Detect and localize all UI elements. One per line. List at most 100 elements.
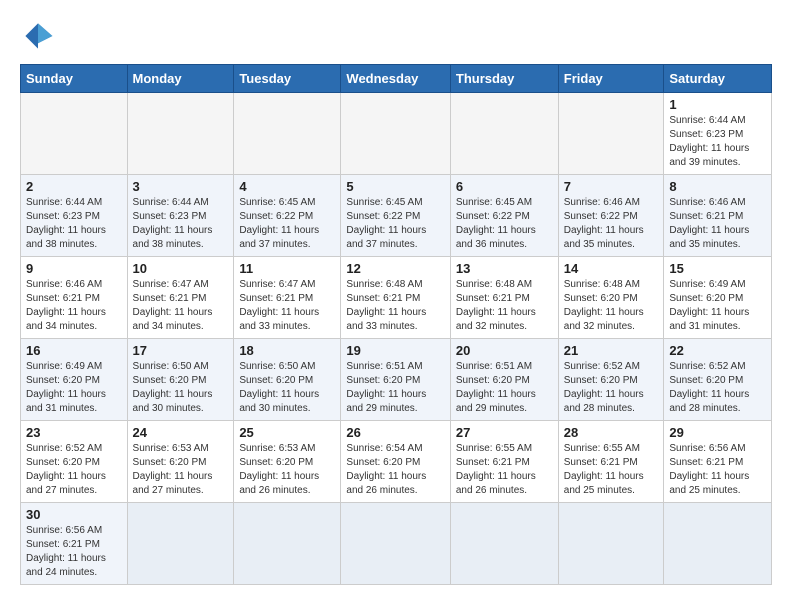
table-row: 20 Sunrise: 6:51 AM Sunset: 6:20 PM Dayli… xyxy=(450,339,558,421)
day-number: 4 xyxy=(239,179,335,194)
day-info: Sunrise: 6:44 AM Sunset: 6:23 PM Dayligh… xyxy=(133,196,229,252)
day-number: 25 xyxy=(239,425,335,440)
table-row: 16Sunrise: 6:49 AM Sunset: 6:20 PM Dayli… xyxy=(21,339,128,421)
day-info: Sunrise: 6:47 AM Sunset: 6:21 PM Dayligh… xyxy=(239,278,335,334)
table-row: 2Sunrise: 6:44 AM Sunset: 6:23 PM Daylig… xyxy=(21,175,128,257)
day-number: 28 xyxy=(564,425,659,440)
day-info: Sunrise: 6:45 AM Sunset: 6:22 PM Dayligh… xyxy=(456,196,553,252)
table-row: 9 Sunrise: 6:46 AM Sunset: 6:21 PM Daylig… xyxy=(21,257,128,339)
col-tuesday: Tuesday xyxy=(234,65,341,93)
day-number: 9 xyxy=(26,261,122,276)
table-row: 6 Sunrise: 6:45 AM Sunset: 6:22 PM Daylig… xyxy=(450,175,558,257)
day-info: Sunrise: 6:53 AM Sunset: 6:20 PM Dayligh… xyxy=(239,442,335,498)
col-saturday: Saturday xyxy=(664,65,772,93)
col-thursday: Thursday xyxy=(450,65,558,93)
col-wednesday: Wednesday xyxy=(341,65,450,93)
day-info: Sunrise: 6:45 AM Sunset: 6:22 PM Dayligh… xyxy=(346,196,444,252)
table-row: 24 Sunrise: 6:53 AM Sunset: 6:20 PM Dayli… xyxy=(127,421,234,503)
table-row xyxy=(127,93,234,175)
day-info: Sunrise: 6:46 AM Sunset: 6:22 PM Dayligh… xyxy=(564,196,659,252)
table-row: 25 Sunrise: 6:53 AM Sunset: 6:20 PM Dayli… xyxy=(234,421,341,503)
day-number: 15 xyxy=(669,261,766,276)
day-number: 7 xyxy=(564,179,659,194)
day-number: 6 xyxy=(456,179,553,194)
table-row xyxy=(558,503,664,585)
table-row: 27Sunrise: 6:55 AM Sunset: 6:21 PM Dayli… xyxy=(450,421,558,503)
day-info: Sunrise: 6:44 AM Sunset: 6:23 PM Dayligh… xyxy=(26,196,122,252)
day-number: 5 xyxy=(346,179,444,194)
calendar-week-row: 23 Sunrise: 6:52 AM Sunset: 6:20 PM Dayli… xyxy=(21,421,772,503)
day-info: Sunrise: 6:56 AM Sunset: 6:21 PM Dayligh… xyxy=(669,442,766,498)
table-row: 1Sunrise: 6:44 AM Sunset: 6:23 PM Daylig… xyxy=(664,93,772,175)
day-number: 14 xyxy=(564,261,659,276)
day-info: Sunrise: 6:46 AM Sunset: 6:21 PM Dayligh… xyxy=(26,278,122,334)
table-row: 4 Sunrise: 6:45 AM Sunset: 6:22 PM Daylig… xyxy=(234,175,341,257)
day-number: 20 xyxy=(456,343,553,358)
table-row xyxy=(234,503,341,585)
day-number: 1 xyxy=(669,97,766,112)
table-row xyxy=(341,503,450,585)
table-row: 17Sunrise: 6:50 AM Sunset: 6:20 PM Dayli… xyxy=(127,339,234,421)
col-friday: Friday xyxy=(558,65,664,93)
day-number: 12 xyxy=(346,261,444,276)
table-row: 10 Sunrise: 6:47 AM Sunset: 6:21 PM Dayli… xyxy=(127,257,234,339)
table-row: 23 Sunrise: 6:52 AM Sunset: 6:20 PM Dayli… xyxy=(21,421,128,503)
page: Sunday Monday Tuesday Wednesday Thursday… xyxy=(0,0,792,603)
calendar-week-row: 30Sunrise: 6:56 AM Sunset: 6:21 PM Dayli… xyxy=(21,503,772,585)
table-row: 11 Sunrise: 6:47 AM Sunset: 6:21 PM Dayli… xyxy=(234,257,341,339)
day-info: Sunrise: 6:55 AM Sunset: 6:21 PM Dayligh… xyxy=(456,442,553,498)
day-number: 23 xyxy=(26,425,122,440)
day-info: Sunrise: 6:52 AM Sunset: 6:20 PM Dayligh… xyxy=(26,442,122,498)
day-info: Sunrise: 6:53 AM Sunset: 6:20 PM Dayligh… xyxy=(133,442,229,498)
table-row xyxy=(664,503,772,585)
day-info: Sunrise: 6:48 AM Sunset: 6:21 PM Dayligh… xyxy=(346,278,444,334)
header xyxy=(20,18,772,54)
calendar-week-row: 1Sunrise: 6:44 AM Sunset: 6:23 PM Daylig… xyxy=(21,93,772,175)
day-number: 26 xyxy=(346,425,444,440)
day-number: 11 xyxy=(239,261,335,276)
table-row: 28 Sunrise: 6:55 AM Sunset: 6:21 PM Dayli… xyxy=(558,421,664,503)
day-info: Sunrise: 6:49 AM Sunset: 6:20 PM Dayligh… xyxy=(26,360,122,416)
day-info: Sunrise: 6:52 AM Sunset: 6:20 PM Dayligh… xyxy=(669,360,766,416)
day-number: 22 xyxy=(669,343,766,358)
table-row: 15 Sunrise: 6:49 AM Sunset: 6:20 PM Dayli… xyxy=(664,257,772,339)
day-number: 21 xyxy=(564,343,659,358)
day-number: 8 xyxy=(669,179,766,194)
col-monday: Monday xyxy=(127,65,234,93)
day-number: 29 xyxy=(669,425,766,440)
table-row xyxy=(127,503,234,585)
day-info: Sunrise: 6:47 AM Sunset: 6:21 PM Dayligh… xyxy=(133,278,229,334)
day-info: Sunrise: 6:51 AM Sunset: 6:20 PM Dayligh… xyxy=(346,360,444,416)
day-number: 10 xyxy=(133,261,229,276)
day-info: Sunrise: 6:51 AM Sunset: 6:20 PM Dayligh… xyxy=(456,360,553,416)
day-info: Sunrise: 6:55 AM Sunset: 6:21 PM Dayligh… xyxy=(564,442,659,498)
calendar-week-row: 16Sunrise: 6:49 AM Sunset: 6:20 PM Dayli… xyxy=(21,339,772,421)
day-info: Sunrise: 6:52 AM Sunset: 6:20 PM Dayligh… xyxy=(564,360,659,416)
day-number: 24 xyxy=(133,425,229,440)
calendar-week-row: 2Sunrise: 6:44 AM Sunset: 6:23 PM Daylig… xyxy=(21,175,772,257)
day-info: Sunrise: 6:50 AM Sunset: 6:20 PM Dayligh… xyxy=(133,360,229,416)
table-row: 22 Sunrise: 6:52 AM Sunset: 6:20 PM Dayli… xyxy=(664,339,772,421)
day-info: Sunrise: 6:45 AM Sunset: 6:22 PM Dayligh… xyxy=(239,196,335,252)
day-info: Sunrise: 6:49 AM Sunset: 6:20 PM Dayligh… xyxy=(669,278,766,334)
day-info: Sunrise: 6:46 AM Sunset: 6:21 PM Dayligh… xyxy=(669,196,766,252)
table-row xyxy=(558,93,664,175)
table-row: 3Sunrise: 6:44 AM Sunset: 6:23 PM Daylig… xyxy=(127,175,234,257)
table-row xyxy=(21,93,128,175)
table-row xyxy=(450,503,558,585)
day-info: Sunrise: 6:50 AM Sunset: 6:20 PM Dayligh… xyxy=(239,360,335,416)
day-number: 13 xyxy=(456,261,553,276)
table-row: 29 Sunrise: 6:56 AM Sunset: 6:21 PM Dayli… xyxy=(664,421,772,503)
table-row: 30Sunrise: 6:56 AM Sunset: 6:21 PM Dayli… xyxy=(21,503,128,585)
table-row: 19Sunrise: 6:51 AM Sunset: 6:20 PM Dayli… xyxy=(341,339,450,421)
table-row: 7 Sunrise: 6:46 AM Sunset: 6:22 PM Daylig… xyxy=(558,175,664,257)
table-row: 8 Sunrise: 6:46 AM Sunset: 6:21 PM Daylig… xyxy=(664,175,772,257)
table-row: 13Sunrise: 6:48 AM Sunset: 6:21 PM Dayli… xyxy=(450,257,558,339)
table-row xyxy=(341,93,450,175)
calendar-header-row: Sunday Monday Tuesday Wednesday Thursday… xyxy=(21,65,772,93)
day-number: 18 xyxy=(239,343,335,358)
table-row: 21 Sunrise: 6:52 AM Sunset: 6:20 PM Dayli… xyxy=(558,339,664,421)
table-row: 12 Sunrise: 6:48 AM Sunset: 6:21 PM Dayli… xyxy=(341,257,450,339)
calendar: Sunday Monday Tuesday Wednesday Thursday… xyxy=(20,64,772,585)
day-info: Sunrise: 6:48 AM Sunset: 6:20 PM Dayligh… xyxy=(564,278,659,334)
